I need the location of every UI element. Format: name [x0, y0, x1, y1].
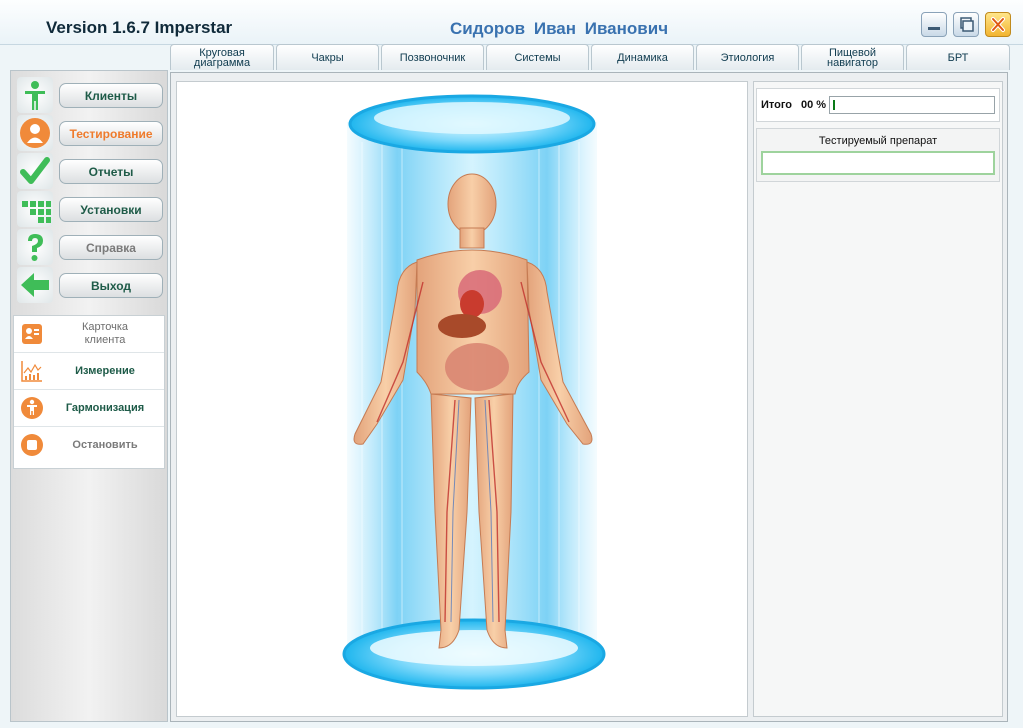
tab-label: Чакры [311, 51, 344, 64]
tab-food-navigator[interactable]: Пищевой навигатор [801, 44, 904, 70]
nav-row-settings: Установки [15, 191, 167, 227]
clients-button[interactable]: Клиенты [59, 83, 163, 108]
total-value: 00 % [801, 99, 827, 111]
tab-etiology[interactable]: Этиология [696, 44, 799, 70]
harmonize-row[interactable]: Гармонизация [14, 390, 164, 427]
harmonize-label: Гармонизация [65, 401, 145, 414]
body-hologram-image [342, 94, 606, 690]
person-icon [17, 77, 53, 113]
total-progress-bar [829, 96, 995, 114]
close-button[interactable] [985, 12, 1011, 37]
measure-chart-icon [20, 359, 44, 383]
stop-icon [20, 433, 44, 457]
nav-row-help: Справка [15, 229, 167, 265]
title-bar: Version 1.6.7 Imperstar Сидоров Иван Ива… [0, 0, 1023, 45]
tab-label: Динамика [617, 51, 668, 64]
grid-icon [17, 191, 53, 227]
tab-label: Этиология [720, 51, 775, 64]
settings-button[interactable]: Установки [59, 197, 163, 222]
harmonize-icon [20, 396, 44, 420]
user-icon [17, 115, 53, 151]
total-progress-fill [833, 100, 835, 110]
reports-button[interactable]: Отчеты [59, 159, 163, 184]
tab-chakras[interactable]: Чакры [276, 44, 379, 70]
tab-circular-diagram[interactable]: Круговая диаграмма [170, 44, 274, 70]
tab-label: Позвоночник [399, 51, 466, 64]
client-name: Сидоров Иван Иванович [450, 19, 669, 38]
client-card-label: Карточка клиента [81, 321, 129, 346]
tested-drug-box: Тестируемый препарат [756, 128, 1000, 182]
exit-arrow-icon [17, 267, 53, 303]
stop-label: Остановить [72, 438, 138, 451]
tab-dynamics[interactable]: Динамика [591, 44, 694, 70]
results-panel: Итого 00 % Тестируемый препарат [753, 81, 1003, 717]
question-icon [17, 229, 53, 265]
nav-row-reports: Отчеты [15, 153, 167, 189]
view-tabs: Круговая диаграмма Чакры Позвоночник Сис… [170, 44, 1010, 70]
measure-row[interactable]: Измерение [14, 353, 164, 390]
client-card-icon [20, 322, 44, 346]
total-label: Итого [761, 99, 793, 111]
client-card-row[interactable]: Карточка клиента [14, 316, 164, 353]
tab-label: Системы [514, 51, 561, 64]
left-sidebar: Клиенты Тестирование Отчеты Установки Сп… [10, 70, 168, 722]
exit-button[interactable]: Выход [59, 273, 163, 298]
nav-row-testing: Тестирование [15, 115, 167, 151]
tab-label: Круговая диаграмма [193, 46, 251, 69]
tab-systems[interactable]: Системы [486, 44, 589, 70]
stop-row[interactable]: Остановить [14, 427, 164, 463]
tab-label: Пищевой навигатор [827, 46, 878, 69]
minimize-button[interactable] [921, 12, 947, 37]
total-row: Итого 00 % [756, 88, 1000, 122]
maximize-icon [960, 17, 974, 32]
tested-drug-label: Тестируемый препарат [818, 135, 938, 147]
body-hologram-view [176, 81, 748, 717]
measure-label: Измерение [75, 364, 135, 377]
tab-brt[interactable]: БРТ [906, 44, 1010, 70]
checkmark-icon [17, 153, 53, 189]
nav-row-clients: Клиенты [15, 77, 167, 113]
tab-spine[interactable]: Позвоночник [381, 44, 484, 70]
minimize-icon [928, 27, 940, 30]
action-panel: Карточка клиента Измерение Гармонизация … [13, 315, 165, 469]
main-panel: Итого 00 % Тестируемый препарат [170, 72, 1008, 722]
close-icon [991, 17, 1005, 32]
testing-button[interactable]: Тестирование [59, 121, 163, 146]
tab-label: БРТ [947, 51, 969, 64]
maximize-button[interactable] [953, 12, 979, 37]
help-button[interactable]: Справка [59, 235, 163, 260]
app-title: Version 1.6.7 Imperstar [46, 18, 233, 37]
tested-drug-input[interactable] [761, 151, 995, 175]
nav-row-exit: Выход [15, 267, 167, 303]
